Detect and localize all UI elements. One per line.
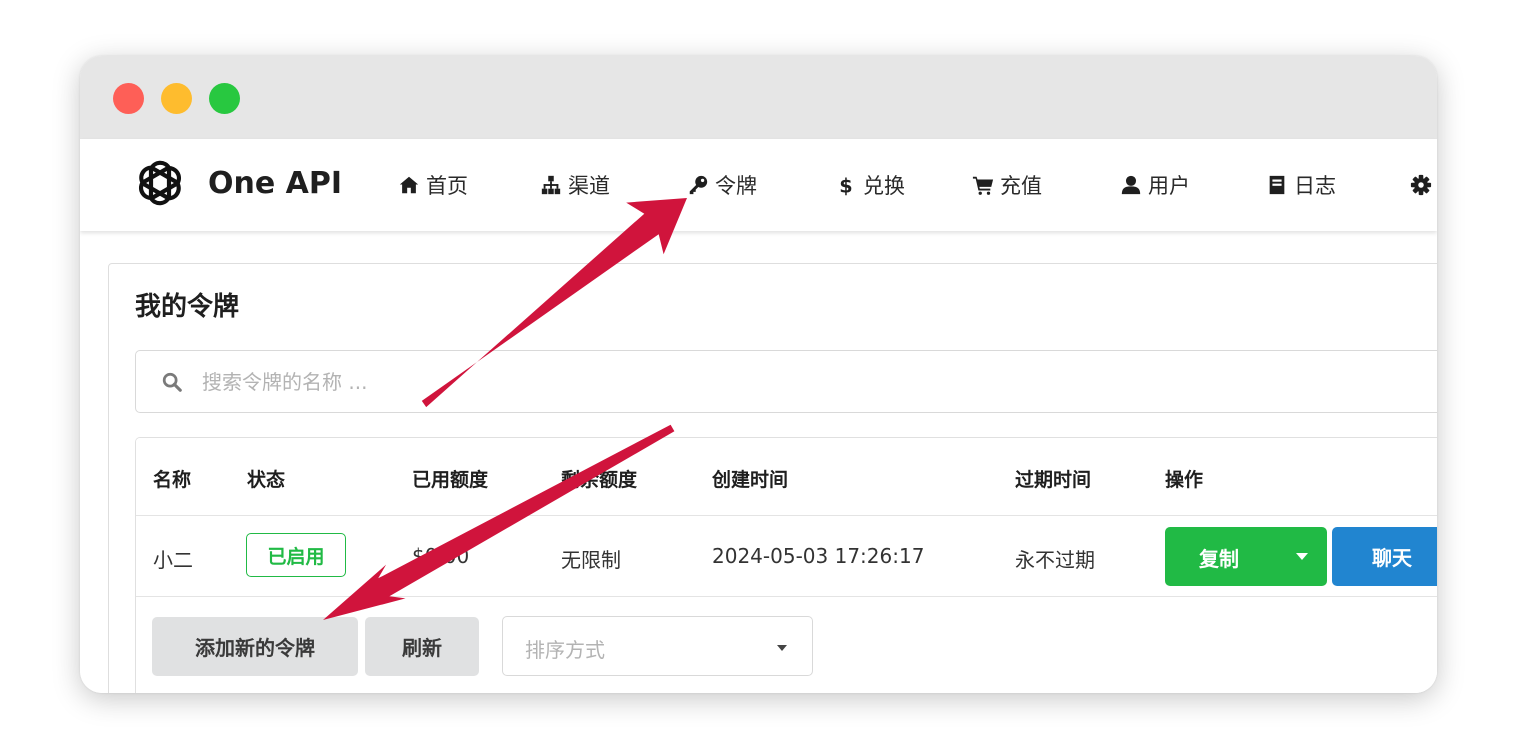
nav-item-label: 日志	[1294, 174, 1336, 198]
nav-item-label: 充值	[1000, 174, 1042, 198]
column-header-remaining-quota[interactable]: 剩余额度	[561, 465, 637, 492]
copy-button[interactable]: 复制	[1165, 527, 1327, 586]
column-header-created-time[interactable]: 创建时间	[712, 465, 788, 492]
app-window: One API 首页 渠道 令牌 $ 兑换 充值 用户 日志 我的令牌 搜索令牌…	[80, 56, 1437, 693]
dollar-icon: $	[839, 174, 852, 196]
minimize-window-button[interactable]	[161, 83, 192, 114]
search-icon	[162, 372, 182, 392]
top-navbar: One API 首页 渠道 令牌 $ 兑换 充值 用户 日志	[80, 139, 1437, 231]
book-icon	[1269, 175, 1285, 195]
column-header-used-quota[interactable]: 已用额度	[412, 465, 488, 492]
nav-item-redeem[interactable]: $ 兑换	[835, 169, 905, 201]
home-icon	[399, 176, 419, 194]
sort-select-placeholder: 排序方式	[525, 638, 605, 662]
nav-item-label: 首页	[426, 174, 468, 198]
tokens-card: 我的令牌 名称 状态 已用额度 剩余额度 创建时间 过期时间 操作 小二 已启用	[108, 263, 1437, 693]
used-quota: $0.00	[412, 544, 470, 568]
user-icon	[1121, 175, 1141, 195]
window-titlebar	[80, 56, 1437, 139]
svg-text:$: $	[839, 174, 852, 196]
created-time: 2024-05-03 17:26:17	[712, 544, 925, 568]
openai-logo-icon[interactable]	[128, 151, 192, 215]
nav-item-label: 用户	[1148, 174, 1190, 198]
nav-item-logs[interactable]: 日志	[1266, 169, 1336, 201]
refresh-button[interactable]: 刷新	[365, 617, 479, 676]
search-input[interactable]	[200, 361, 1404, 403]
chevron-down-icon	[777, 645, 787, 651]
page-title: 我的令牌	[135, 292, 240, 322]
brand-name[interactable]: One API	[208, 166, 342, 201]
remaining-quota: 无限制	[561, 548, 621, 572]
nav-item-label: 渠道	[568, 174, 610, 198]
expire-time: 永不过期	[1015, 548, 1095, 572]
close-window-button[interactable]	[113, 83, 144, 114]
column-header-expire-time[interactable]: 过期时间	[1015, 465, 1091, 492]
main-content: 我的令牌 名称 状态 已用额度 剩余额度 创建时间 过期时间 操作 小二 已启用	[80, 231, 1437, 693]
tokens-table: 名称 状态 已用额度 剩余额度 创建时间 过期时间 操作 小二 已启用 $0.0…	[135, 437, 1437, 693]
column-header-name[interactable]: 名称	[153, 465, 191, 492]
key-icon	[689, 175, 708, 195]
status-badge: 已启用	[246, 533, 346, 577]
table-header: 名称 状态 已用额度 剩余额度 创建时间 过期时间 操作	[136, 438, 1437, 516]
nav-item-settings[interactable]	[1410, 169, 1437, 201]
sitemap-icon	[541, 175, 561, 195]
nav-item-home[interactable]: 首页	[398, 169, 468, 201]
nav-item-users[interactable]: 用户	[1120, 169, 1190, 201]
column-header-status[interactable]: 状态	[247, 465, 285, 492]
nav-item-tokens[interactable]: 令牌	[687, 169, 757, 201]
gear-icon	[1410, 174, 1432, 196]
chat-button[interactable]: 聊天	[1332, 527, 1437, 586]
table-row: 小二 已启用 $0.00 无限制 2024-05-03 17:26:17 永不过…	[136, 516, 1437, 597]
copy-dropdown-caret-icon[interactable]	[1296, 553, 1308, 560]
cart-icon	[972, 176, 994, 195]
token-name: 小二	[153, 548, 193, 572]
nav-item-channels[interactable]: 渠道	[540, 169, 610, 201]
table-footer: 添加新的令牌 刷新 排序方式	[136, 598, 1437, 693]
nav-item-label: 兑换	[863, 174, 905, 198]
copy-button-label: 复制	[1199, 547, 1239, 571]
sort-select[interactable]: 排序方式	[502, 616, 813, 676]
nav-item-topup[interactable]: 充值	[972, 169, 1042, 201]
column-header-actions: 操作	[1165, 469, 1204, 491]
search-box[interactable]	[135, 350, 1437, 413]
maximize-window-button[interactable]	[209, 83, 240, 114]
add-token-button[interactable]: 添加新的令牌	[152, 617, 358, 676]
nav-item-label: 令牌	[715, 174, 757, 198]
